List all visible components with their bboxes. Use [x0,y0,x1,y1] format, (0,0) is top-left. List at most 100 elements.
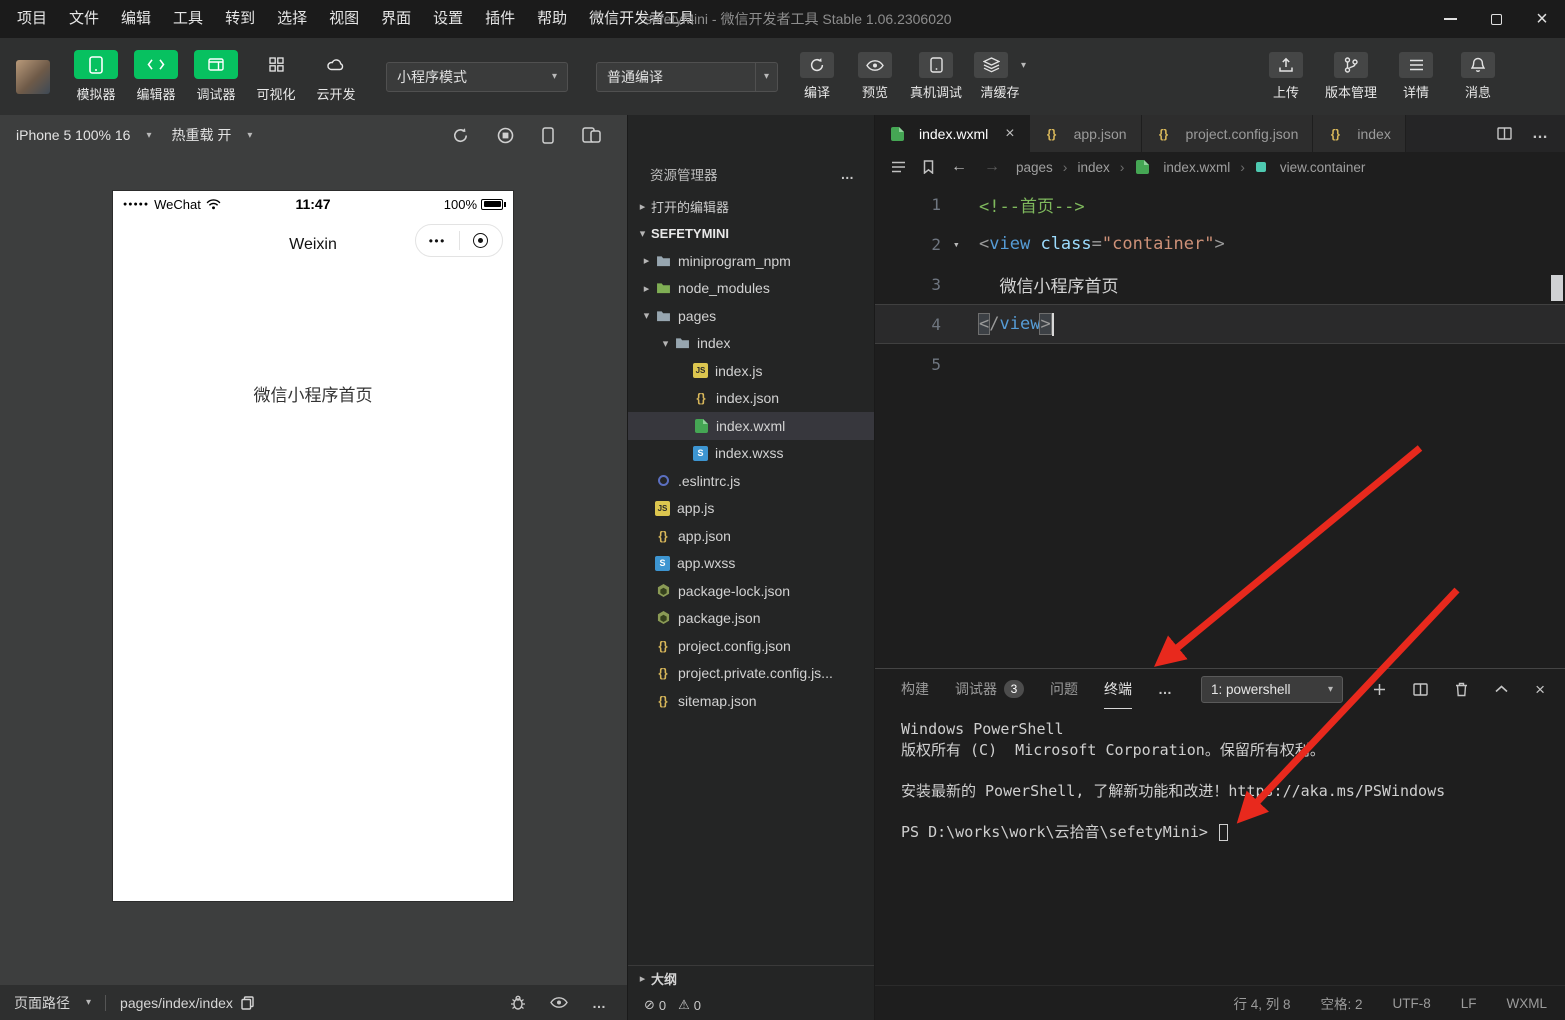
refresh-button[interactable] [452,127,469,144]
maximize-panel-button[interactable] [1495,685,1508,693]
menu-item-4[interactable]: 转到 [214,0,266,38]
shell-select[interactable]: 1: powershell ▾ [1201,675,1343,703]
tree-item-app.js[interactable]: JS app.js [628,495,874,523]
device-select[interactable]: iPhone 5 100% 16 ▾ [16,127,151,143]
breadcrumb-item-pages[interactable]: pages [1016,160,1053,175]
more-icon[interactable]: … [1532,125,1549,143]
outline-list-button[interactable] [891,161,906,173]
terminal-tab-build[interactable]: 构建 [901,669,929,709]
multi-device-button[interactable] [582,127,601,143]
tree-item-package.json[interactable]: package.json [628,605,874,633]
toolbar-button-grid[interactable]: 可视化 [246,50,306,103]
tree-item-index.wxml[interactable]: index.wxml [628,412,874,440]
menu-item-9[interactable]: 插件 [474,0,526,38]
editor-tab-project.config.json[interactable]: {} project.config.json [1141,115,1314,152]
project-root-section[interactable]: ▾ SEFETYMINI [628,219,874,247]
menu-item-7[interactable]: 界面 [370,0,422,38]
bookmark-button[interactable] [923,160,934,174]
toolbar-button-eye[interactable]: 预览 [852,52,898,101]
outline-section[interactable]: ▸ 大纲 [628,965,874,990]
page-path-dropdown[interactable]: 页面路径 ▾ [14,993,91,1013]
terminal-tab-terminal[interactable]: 终端 [1104,669,1132,709]
mode-select[interactable]: 小程序模式 ▾ [386,61,568,92]
toolbar-button-bell[interactable]: 消息 [1455,52,1501,101]
more-icon[interactable]: … [1158,681,1173,697]
stop-button[interactable] [497,127,514,144]
toolbar-button-detail[interactable]: 详情 [1393,52,1439,101]
toolbar-button-branch[interactable]: 版本管理 [1325,52,1377,101]
more-icon[interactable]: … [592,995,607,1011]
preview-mode-button[interactable] [550,997,568,1008]
menu-item-8[interactable]: 设置 [422,0,474,38]
breadcrumb-item-index[interactable]: index [1077,160,1109,175]
copy-path-button[interactable] [241,995,254,1010]
toolbar-button-code[interactable]: 编辑器 [126,50,186,103]
tree-item-index.js[interactable]: JS index.js [628,357,874,385]
status-item-0[interactable]: 行 4, 列 8 [1233,993,1290,1013]
avatar[interactable] [16,59,50,94]
tree-item-.eslintrc.js[interactable]: .eslintrc.js [628,467,874,495]
toolbar-button-refresh[interactable]: 编译 [794,52,840,101]
close-panel-button[interactable]: × [1535,681,1545,698]
scrollbar-thumb[interactable] [1551,275,1563,301]
terminal-tab-problems[interactable]: 问题 [1050,669,1078,709]
tree-item-index[interactable]: ▾ index [628,330,874,358]
menu-item-3[interactable]: 工具 [162,0,214,38]
status-item-4[interactable]: WXML [1507,996,1548,1011]
editor-tab-index[interactable]: {} index [1313,115,1406,152]
tree-item-app.json[interactable]: {} app.json [628,522,874,550]
status-item-2[interactable]: UTF-8 [1392,996,1430,1011]
toolbar-button-layers[interactable]: ▾ 清缓存 [974,52,1026,101]
tree-item-sitemap.json[interactable]: {} sitemap.json [628,687,874,715]
toolbar-button-phone[interactable]: 模拟器 [66,50,126,103]
tree-item-package-lock.json[interactable]: package-lock.json [628,577,874,605]
breadcrumb-item-index.wxml[interactable]: index.wxml [1134,159,1230,175]
toolbar-button-panel[interactable]: 调试器 [186,50,246,103]
kill-terminal-button[interactable] [1455,682,1468,697]
menu-item-2[interactable]: 编辑 [110,0,162,38]
editor-tab-index.wxml[interactable]: index.wxml × [875,115,1030,152]
menu-item-1[interactable]: 文件 [58,0,110,38]
tree-item-miniprogram_npm[interactable]: ▸ miniprogram_npm [628,247,874,275]
tree-item-index.json[interactable]: {} index.json [628,385,874,413]
toolbar-button-cloud[interactable]: 云开发 [306,50,366,103]
menu-item-5[interactable]: 选择 [266,0,318,38]
vconsole-button[interactable] [510,995,526,1010]
tree-item-node_modules[interactable]: ▸ node_modules [628,275,874,303]
navigate-back-button[interactable]: ← [951,159,967,175]
split-terminal-button[interactable] [1413,682,1428,696]
editor-tab-app.json[interactable]: {} app.json [1029,115,1142,152]
tree-item-index.wxss[interactable]: Sindex.wxss [628,440,874,468]
close-button[interactable]: × [1519,0,1565,38]
capsule-menu-button[interactable]: ••• [416,225,459,256]
new-terminal-button[interactable] [1373,683,1386,696]
open-editors-section[interactable]: ▸ 打开的编辑器 [628,193,874,219]
tree-item-project.config.json[interactable]: {} project.config.json [628,632,874,660]
more-icon[interactable]: … [841,167,855,182]
compile-mode-select[interactable]: 普通编译 ▾ [596,61,778,92]
navigate-forward-button[interactable]: → [984,159,1000,175]
terminal-tab-debugger[interactable]: 调试器 3 [955,669,1024,709]
hot-reload-toggle[interactable]: 热重载 开 ▾ [171,125,252,145]
code-editor[interactable]: 1 <!--首页--> 2 ▾ <view class="container"> 3 微信… [875,182,1565,668]
terminal-output[interactable]: Windows PowerShell 版权所有 (C) Microsoft Cor… [875,709,1565,985]
close-icon[interactable]: × [1005,125,1014,142]
toolbar-button-upload[interactable]: 上传 [1263,52,1309,101]
status-item-1[interactable]: 空格: 2 [1320,993,1362,1013]
tree-item-project.private.config.js...[interactable]: {} project.private.config.js... [628,660,874,688]
toolbar-button-phone-debug[interactable]: 真机调试 [910,52,962,101]
breadcrumb-item-view.container[interactable]: view.container [1255,159,1365,175]
tree-item-app.wxss[interactable]: Sapp.wxss [628,550,874,578]
maximize-button[interactable] [1473,0,1519,38]
capsule-home-button[interactable] [460,225,503,256]
fold-chevron-icon[interactable]: ▾ [953,238,979,251]
minimize-button[interactable] [1427,0,1473,38]
status-item-3[interactable]: LF [1461,996,1477,1011]
menu-item-0[interactable]: 项目 [6,0,58,38]
split-editor-button[interactable] [1497,127,1512,140]
tree-item-pages[interactable]: ▾ pages [628,302,874,330]
single-device-button[interactable] [542,126,554,144]
menu-item-10[interactable]: 帮助 [526,0,578,38]
menu-item-6[interactable]: 视图 [318,0,370,38]
problems-indicator[interactable]: ⊘ 0 ⚠ 0 [628,990,874,1020]
